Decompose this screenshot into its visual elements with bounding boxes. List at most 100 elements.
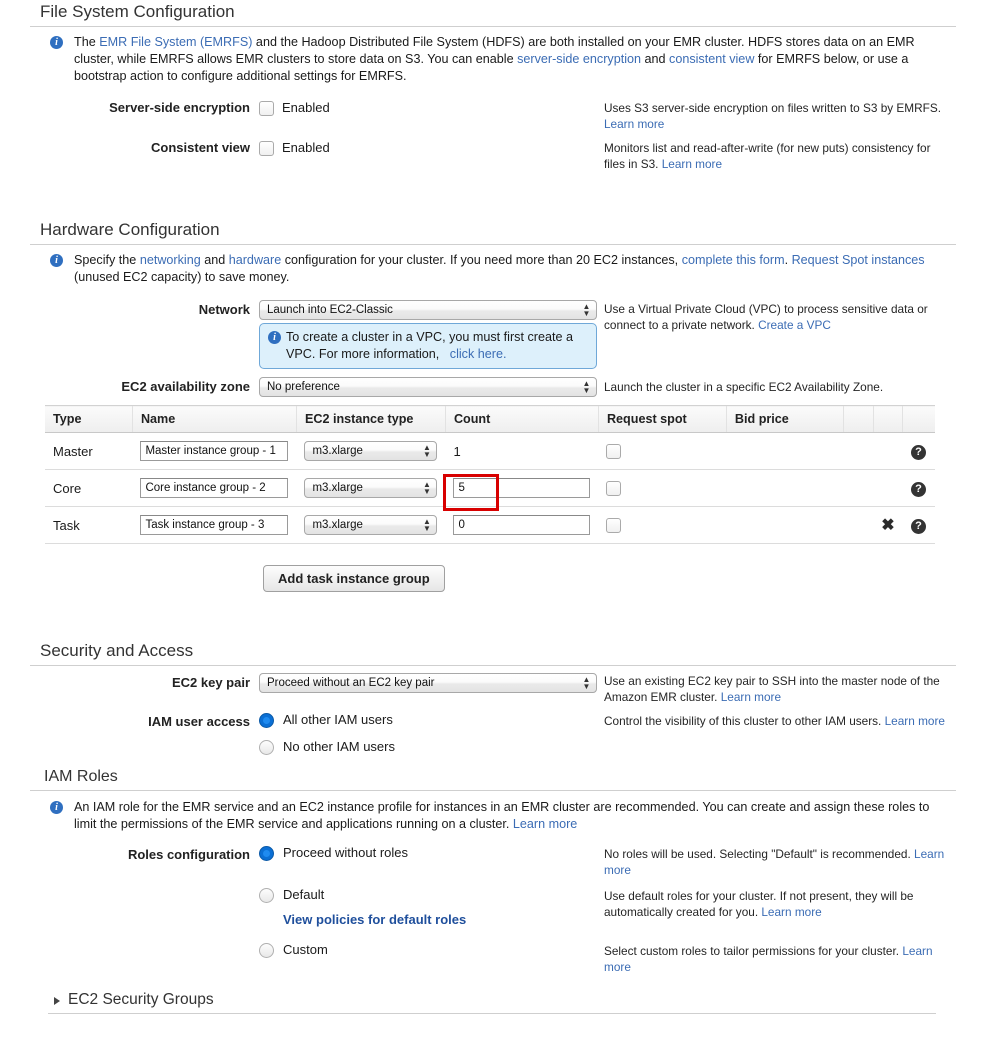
sse-learn-more-link[interactable]: Learn more — [604, 117, 664, 131]
table-row: Core Core instance group - 2 m3.xlarge ▲… — [45, 469, 935, 507]
request-spot-instances-link[interactable]: Request Spot instances — [792, 253, 925, 267]
complete-this-form-link[interactable]: complete this form — [682, 253, 785, 267]
row-name-cell: Core instance group - 2 — [132, 469, 297, 507]
row-instance-type-cell: m3.xlarge ▲ ▼ — [296, 469, 446, 507]
networking-link[interactable]: networking — [140, 253, 201, 267]
roles-custom-radio[interactable] — [259, 943, 274, 959]
master-request-spot-checkbox[interactable] — [606, 444, 622, 460]
iam-all-other-users-radio[interactable] — [259, 713, 274, 729]
iam-learn-more-link[interactable]: Learn more — [885, 714, 945, 728]
cv-learn-more-link[interactable]: Learn more — [662, 157, 722, 171]
row-count-cell: 0 — [445, 506, 599, 544]
col-blank-2 — [872, 405, 903, 433]
vpc-callout-text: To create a cluster in a VPC, you must f… — [286, 330, 573, 361]
question-icon[interactable]: ? — [910, 444, 926, 460]
core-count-input[interactable]: 5 — [453, 478, 591, 498]
section-title-security-and-access: Security and Access — [30, 641, 956, 666]
hw-info-mid2: configuration for your cluster. If you n… — [281, 253, 682, 267]
hardware-link[interactable]: hardware — [229, 253, 282, 267]
ec2-security-groups-section[interactable]: EC2 Security Groups — [48, 991, 936, 1014]
core-instance-type-select[interactable]: m3.xlarge ▲ ▼ — [304, 478, 438, 498]
server-side-encryption-link[interactable]: server-side encryption — [517, 52, 641, 66]
network-control: Launch into EC2-Classic ▲ ▼ i To create a… — [259, 300, 604, 369]
consistent-view-label: Consistent view — [151, 140, 250, 155]
iam-user-access-help: Control the visibility of this cluster t… — [604, 712, 949, 730]
row-help-cell: ? — [902, 432, 935, 470]
row-bid-price-cell — [726, 506, 844, 544]
security-and-access-section: Security and Access — [30, 641, 956, 666]
chevron-updown-icon: ▲ ▼ — [422, 517, 431, 533]
row-name-cell: Master instance group - 1 — [132, 432, 297, 470]
iam-no-other-users-radio[interactable] — [259, 740, 274, 756]
col-ec2-instance-type: EC2 instance type — [295, 405, 446, 433]
network-select-value: Launch into EC2-Classic — [267, 304, 393, 316]
vpc-callout: i To create a cluster in a VPC, you must… — [259, 323, 597, 369]
network-help: Use a Virtual Private Cloud (VPC) to pro… — [604, 300, 949, 333]
task-instance-type-select[interactable]: m3.xlarge ▲ ▼ — [304, 515, 438, 535]
row-request-spot-cell — [598, 506, 727, 544]
iam-roles-learn-more-link[interactable]: Learn more — [513, 817, 577, 831]
task-count-input[interactable]: 0 — [453, 515, 591, 535]
server-side-encryption-checkbox-label: Enabled — [282, 100, 330, 115]
roles-option-default[interactable]: Default — [259, 887, 604, 904]
ec2-key-pair-select[interactable]: Proceed without an EC2 key pair ▲ ▼ — [259, 673, 597, 693]
question-icon[interactable]: ? — [910, 518, 926, 534]
ec2-availability-zone-label: EC2 availability zone — [121, 379, 250, 394]
task-name-input[interactable]: Task instance group - 3 — [140, 515, 289, 535]
row-name-cell: Task instance group - 3 — [132, 506, 297, 544]
vpc-click-here-link[interactable]: click here. — [450, 347, 507, 361]
roles-proceed-without-radio[interactable] — [259, 846, 274, 862]
roles-default-radio[interactable] — [259, 888, 274, 904]
roles-option1-help: No roles will be used. Selecting "Defaul… — [604, 845, 949, 878]
ec2-availability-zone-row: EC2 availability zone No preference ▲ ▼ L… — [0, 377, 986, 397]
consistent-view-link[interactable]: consistent view — [669, 52, 754, 66]
ec2-key-pair-help: Use an existing EC2 key pair to SSH into… — [604, 673, 949, 705]
master-name-input[interactable]: Master instance group - 1 — [140, 441, 289, 461]
col-request-spot: Request spot — [597, 405, 727, 433]
create-a-vpc-link[interactable]: Create a VPC — [758, 318, 831, 332]
iam-roles-info: An IAM role for the EMR service and an E… — [74, 800, 930, 831]
instance-groups-table: Type Name EC2 instance type Count Reques… — [45, 405, 935, 544]
roles-option3-help-text: Select custom roles to tailor permission… — [604, 944, 900, 958]
server-side-encryption-control[interactable]: Enabled — [259, 100, 604, 117]
fs-info-mid2: and — [641, 52, 670, 66]
roles-option3-help: Select custom roles to tailor permission… — [604, 942, 949, 975]
chevron-updown-icon: ▲ ▼ — [422, 480, 431, 496]
emrfs-link[interactable]: EMR File System (EMRFS) — [99, 35, 252, 49]
add-task-instance-group-button[interactable]: Add task instance group — [263, 565, 445, 592]
roles-option-proceed-without[interactable]: Proceed without roles — [259, 845, 604, 862]
ec2-key-pair-row: EC2 key pair Proceed without an EC2 key … — [0, 673, 986, 705]
ec2-availability-zone-select[interactable]: No preference ▲ ▼ — [259, 377, 597, 397]
row-bid-price-cell — [726, 432, 844, 470]
network-select[interactable]: Launch into EC2-Classic ▲ ▼ — [259, 300, 597, 320]
roles-custom-label: Custom — [283, 942, 328, 957]
consistent-view-control[interactable]: Enabled — [259, 140, 604, 157]
section-title-file-system: File System Configuration — [30, 2, 956, 27]
network-label: Network — [198, 302, 250, 317]
col-blank-3 — [902, 405, 935, 433]
hw-info-end: (unused EC2 capacity) to save money. — [74, 270, 290, 284]
hardware-configuration-section: Hardware Configuration — [30, 220, 956, 245]
server-side-encryption-row: Server-side encryption Enabled Uses S3 s… — [0, 100, 986, 132]
col-count: Count — [444, 405, 599, 433]
core-instance-type-value: m3.xlarge — [312, 482, 363, 494]
key-pair-learn-more-link[interactable]: Learn more — [721, 690, 781, 704]
close-icon[interactable]: ✖ — [881, 517, 894, 533]
iam-option-no-other[interactable]: No other IAM users — [259, 739, 604, 756]
section-title-hardware: Hardware Configuration — [30, 220, 956, 245]
roles-option-custom[interactable]: Custom — [259, 942, 604, 959]
ec2-security-groups-toggle[interactable]: EC2 Security Groups — [48, 991, 936, 1014]
roles-option2-learn-more-link[interactable]: Learn more — [761, 905, 821, 919]
question-icon[interactable]: ? — [910, 481, 926, 497]
row-type-task: Task — [45, 506, 133, 544]
server-side-encryption-checkbox[interactable] — [259, 101, 274, 117]
consistent-view-checkbox[interactable] — [259, 141, 274, 157]
view-policies-for-default-roles-link[interactable]: View policies for default roles — [283, 912, 466, 927]
core-name-input[interactable]: Core instance group - 2 — [140, 478, 289, 498]
master-instance-type-select[interactable]: m3.xlarge ▲ ▼ — [304, 441, 438, 461]
core-request-spot-checkbox[interactable] — [606, 481, 622, 497]
instance-groups-table-wrapper: Type Name EC2 instance type Count Reques… — [45, 405, 935, 544]
task-request-spot-checkbox[interactable] — [606, 518, 622, 534]
iam-option-all-other[interactable]: All other IAM users — [259, 712, 604, 739]
view-policies-wrapper: View policies for default roles — [283, 912, 604, 927]
